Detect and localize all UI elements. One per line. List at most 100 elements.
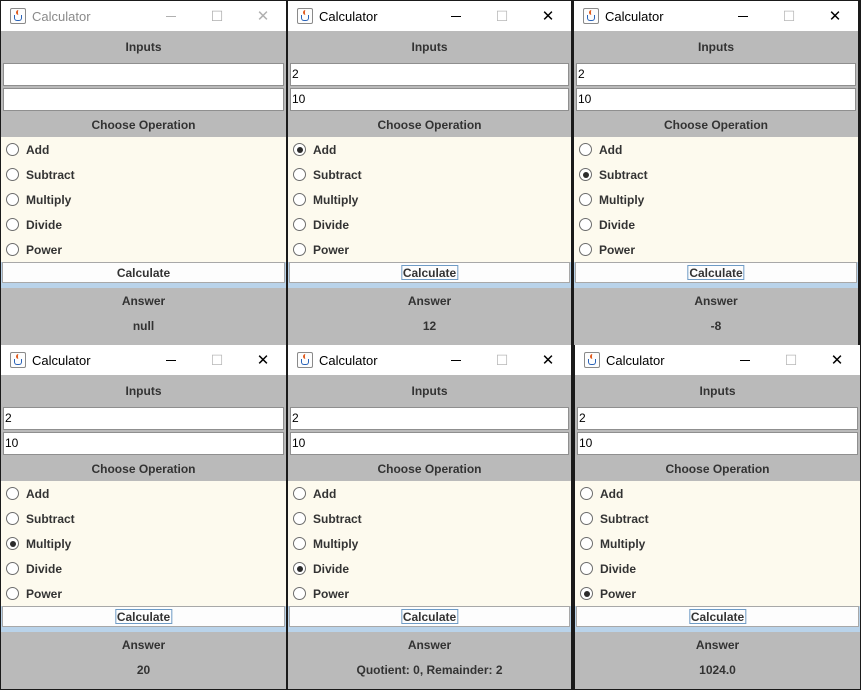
radio-button-subtract[interactable] xyxy=(6,168,19,181)
first-number-field[interactable]: 2 xyxy=(290,63,569,86)
radio-power[interactable]: Power xyxy=(575,581,860,606)
radio-button-power[interactable] xyxy=(6,243,19,256)
first-number-field[interactable]: 2 xyxy=(3,407,284,430)
radio-button-multiply[interactable] xyxy=(293,193,306,206)
radio-button-subtract[interactable] xyxy=(580,512,593,525)
radio-button-multiply[interactable] xyxy=(579,193,592,206)
first-number-field[interactable]: 2 xyxy=(290,407,569,430)
minimize-button[interactable] xyxy=(433,1,479,31)
close-button[interactable]: ✕ xyxy=(240,1,286,31)
first-number-field[interactable] xyxy=(3,63,284,86)
maximize-button[interactable]: ☐ xyxy=(479,1,525,31)
calculate-button-area[interactable]: Calculate xyxy=(576,606,859,627)
radio-button-subtract[interactable] xyxy=(579,168,592,181)
radio-button-add[interactable] xyxy=(580,487,593,500)
radio-button-power[interactable] xyxy=(579,243,592,256)
radio-multiply[interactable]: Multiply xyxy=(1,531,286,556)
radio-button-subtract[interactable] xyxy=(293,168,306,181)
calculate-button[interactable]: Calculate xyxy=(400,265,459,280)
close-button[interactable]: ✕ xyxy=(240,345,286,375)
radio-button-multiply[interactable] xyxy=(293,537,306,550)
title-bar[interactable]: Calculator ☐ ✕ xyxy=(574,1,858,31)
radio-divide[interactable]: Divide xyxy=(575,556,860,581)
minimize-button[interactable] xyxy=(148,345,194,375)
radio-button-divide[interactable] xyxy=(579,218,592,231)
radio-subtract[interactable]: Subtract xyxy=(1,162,286,187)
radio-subtract[interactable]: Subtract xyxy=(288,506,571,531)
radio-button-add[interactable] xyxy=(293,143,306,156)
minimize-button[interactable] xyxy=(722,345,768,375)
radio-divide[interactable]: Divide xyxy=(288,212,571,237)
radio-power[interactable]: Power xyxy=(288,237,571,262)
radio-button-add[interactable] xyxy=(6,143,19,156)
radio-add[interactable]: Add xyxy=(1,137,286,162)
radio-multiply[interactable]: Multiply xyxy=(574,187,858,212)
radio-subtract[interactable]: Subtract xyxy=(574,162,858,187)
calculate-button-area[interactable]: Calculate xyxy=(2,262,285,283)
radio-button-power[interactable] xyxy=(6,587,19,600)
radio-multiply[interactable]: Multiply xyxy=(1,187,286,212)
second-number-field[interactable]: 10 xyxy=(290,88,569,111)
second-number-field[interactable] xyxy=(3,88,284,111)
radio-button-divide[interactable] xyxy=(293,562,306,575)
radio-button-divide[interactable] xyxy=(293,218,306,231)
radio-button-power[interactable] xyxy=(293,587,306,600)
radio-divide[interactable]: Divide xyxy=(288,556,571,581)
calculate-button-area[interactable]: Calculate xyxy=(2,606,285,627)
calculate-button[interactable]: Calculate xyxy=(688,609,747,624)
calculate-button[interactable]: Calculate xyxy=(115,265,172,280)
radio-button-add[interactable] xyxy=(293,487,306,500)
radio-multiply[interactable]: Multiply xyxy=(575,531,860,556)
maximize-button[interactable]: ☐ xyxy=(766,1,812,31)
radio-divide[interactable]: Divide xyxy=(1,212,286,237)
minimize-button[interactable] xyxy=(148,1,194,31)
title-bar[interactable]: Calculator ☐ ✕ xyxy=(575,345,860,375)
calculate-button-area[interactable]: Calculate xyxy=(289,262,570,283)
title-bar[interactable]: Calculator ☐ ✕ xyxy=(1,1,286,31)
radio-button-multiply[interactable] xyxy=(6,193,19,206)
radio-add[interactable]: Add xyxy=(288,137,571,162)
title-bar[interactable]: Calculator ☐ ✕ xyxy=(288,1,571,31)
close-button[interactable]: ✕ xyxy=(814,345,860,375)
radio-power[interactable]: Power xyxy=(1,237,286,262)
second-number-field[interactable]: 10 xyxy=(3,432,284,455)
calculate-button[interactable]: Calculate xyxy=(400,609,459,624)
radio-power[interactable]: Power xyxy=(574,237,858,262)
radio-divide[interactable]: Divide xyxy=(1,556,286,581)
radio-multiply[interactable]: Multiply xyxy=(288,531,571,556)
radio-button-divide[interactable] xyxy=(6,218,19,231)
radio-subtract[interactable]: Subtract xyxy=(575,506,860,531)
calculate-button[interactable]: Calculate xyxy=(114,609,173,624)
radio-add[interactable]: Add xyxy=(1,481,286,506)
radio-add[interactable]: Add xyxy=(575,481,860,506)
maximize-button[interactable]: ☐ xyxy=(479,345,525,375)
first-number-field[interactable]: 2 xyxy=(576,63,856,86)
radio-button-subtract[interactable] xyxy=(6,512,19,525)
maximize-button[interactable]: ☐ xyxy=(194,1,240,31)
radio-button-divide[interactable] xyxy=(580,562,593,575)
close-button[interactable]: ✕ xyxy=(812,1,858,31)
second-number-field[interactable]: 10 xyxy=(577,432,858,455)
radio-add[interactable]: Add xyxy=(574,137,858,162)
maximize-button[interactable]: ☐ xyxy=(194,345,240,375)
radio-button-divide[interactable] xyxy=(6,562,19,575)
minimize-button[interactable] xyxy=(433,345,479,375)
radio-button-power[interactable] xyxy=(293,243,306,256)
radio-button-add[interactable] xyxy=(6,487,19,500)
radio-subtract[interactable]: Subtract xyxy=(1,506,286,531)
radio-button-subtract[interactable] xyxy=(293,512,306,525)
radio-multiply[interactable]: Multiply xyxy=(288,187,571,212)
radio-button-power[interactable] xyxy=(580,587,593,600)
radio-power[interactable]: Power xyxy=(288,581,571,606)
minimize-button[interactable] xyxy=(720,1,766,31)
second-number-field[interactable]: 10 xyxy=(290,432,569,455)
radio-add[interactable]: Add xyxy=(288,481,571,506)
radio-subtract[interactable]: Subtract xyxy=(288,162,571,187)
calculate-button-area[interactable]: Calculate xyxy=(289,606,570,627)
maximize-button[interactable]: ☐ xyxy=(768,345,814,375)
close-button[interactable]: ✕ xyxy=(525,1,571,31)
radio-button-add[interactable] xyxy=(579,143,592,156)
radio-button-multiply[interactable] xyxy=(580,537,593,550)
radio-divide[interactable]: Divide xyxy=(574,212,858,237)
title-bar[interactable]: Calculator ☐ ✕ xyxy=(1,345,286,375)
